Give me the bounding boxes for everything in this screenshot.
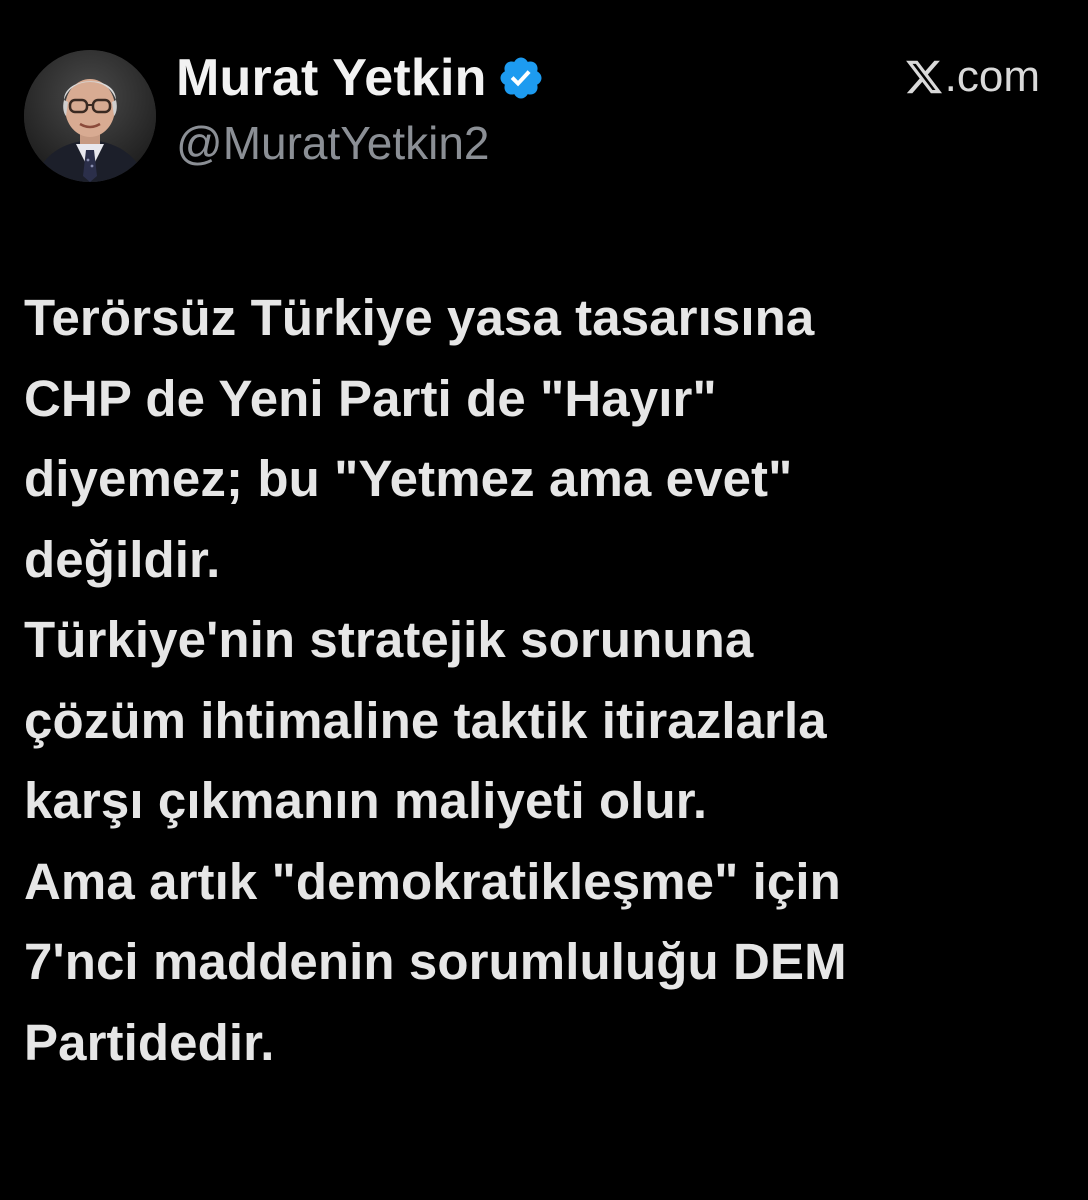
profile-photo-icon	[24, 50, 156, 182]
tweet-line: Terörsüz Türkiye yasa tasarısına	[24, 289, 815, 346]
author-name-row: Murat Yetkin	[176, 46, 545, 110]
tweet-card: Murat Yetkin @MuratYetkin2 .com Terörsüz…	[0, 0, 1088, 1200]
brand-logo: .com	[904, 52, 1040, 102]
tweet-line: Partidedir.	[24, 1013, 275, 1071]
tweet-line: Ama artık "demokratikleşme" için	[24, 852, 841, 910]
author-avatar[interactable]	[24, 50, 156, 182]
tweet-line: çözüm ihtimaline taktik itirazlarla	[24, 691, 827, 749]
tweet-line: CHP de Yeni Parti de "Hayır"	[24, 369, 717, 427]
author-handle[interactable]: @MuratYetkin2	[176, 116, 490, 170]
tweet-text: Terörsüz Türkiye yasa tasarısına CHP de …	[24, 278, 1064, 1083]
tweet-line: diyemez; bu "Yetmez ama evet"	[24, 450, 793, 507]
author-display-name[interactable]: Murat Yetkin	[176, 48, 487, 108]
tweet-line: değildir.	[24, 530, 221, 588]
tweet-line: Türkiye'nin stratejik sorununa	[24, 611, 754, 668]
tweet-line: karşı çıkmanın maliyeti olur.	[24, 772, 708, 829]
tweet-line: 7'nci maddenin sorumluluğu DEM	[24, 933, 847, 990]
x-logo-icon	[904, 57, 944, 97]
verified-badge-icon	[497, 54, 545, 102]
brand-domain-text: .com	[944, 52, 1040, 101]
